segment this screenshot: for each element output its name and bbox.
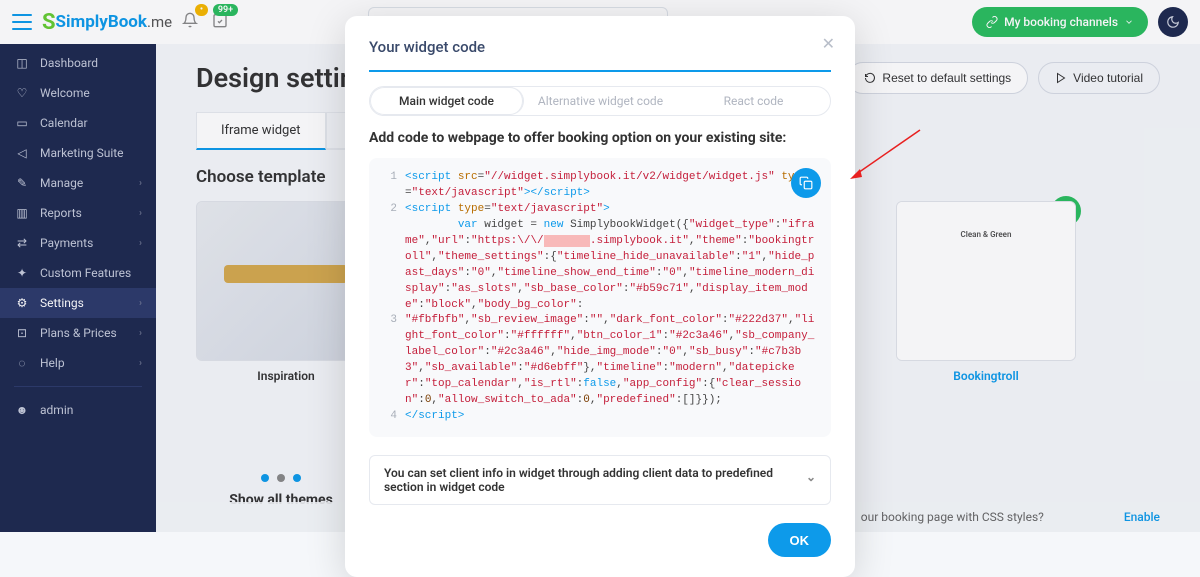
chevron-down-icon: ⌄ (806, 470, 816, 484)
code-block: 1<script src="//widget.simplybook.it/v2/… (369, 158, 831, 437)
tab-main-widget[interactable]: Main widget code (370, 87, 524, 115)
modal-title: Your widget code (369, 38, 831, 72)
copy-button[interactable] (791, 168, 821, 198)
client-info-accordion[interactable]: You can set client info in widget throug… (369, 455, 831, 505)
ok-button[interactable]: OK (768, 523, 832, 557)
modal-subtitle: Add code to webpage to offer booking opt… (369, 130, 831, 146)
tab-alternative-widget[interactable]: Alternative widget code (524, 87, 677, 115)
tab-react-code[interactable]: React code (677, 87, 830, 115)
copy-icon (799, 176, 813, 190)
close-icon[interactable]: ✕ (822, 34, 835, 53)
code-type-tabs: Main widget code Alternative widget code… (369, 86, 831, 116)
widget-code-modal: Your widget code ✕ Main widget code Alte… (345, 16, 855, 577)
